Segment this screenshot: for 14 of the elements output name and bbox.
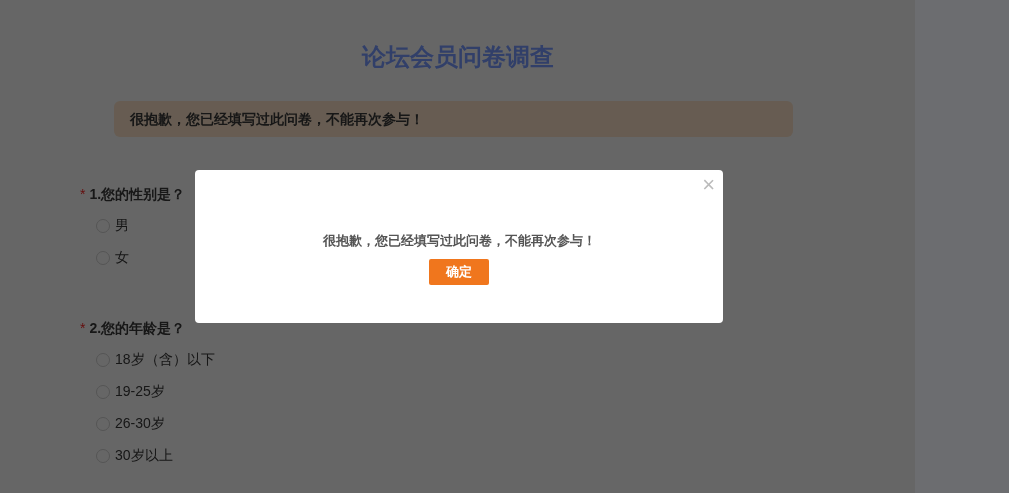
required-mark: * xyxy=(80,320,86,336)
confirm-button[interactable]: 确定 xyxy=(429,259,489,285)
question-label: 1.您的性别是？ xyxy=(89,186,186,202)
dialog-message: 很抱歉，您已经填写过此问卷，不能再次参与！ xyxy=(322,232,596,250)
radio-option[interactable]: 18岁（含）以下 xyxy=(80,344,215,376)
radio-option[interactable]: 男 xyxy=(80,210,129,242)
radio-option[interactable]: 女 xyxy=(80,242,129,274)
radio-option[interactable]: 26-30岁 xyxy=(80,408,165,440)
required-mark: * xyxy=(80,186,86,202)
radio-option[interactable]: 19-25岁 xyxy=(80,376,165,408)
question-label: 2.您的年龄是？ xyxy=(89,320,186,336)
radio-option[interactable]: 30岁以上 xyxy=(80,440,173,472)
notice-banner: 很抱歉，您已经填写过此问卷，不能再次参与！ xyxy=(114,101,793,137)
close-button[interactable]: × xyxy=(702,174,715,196)
